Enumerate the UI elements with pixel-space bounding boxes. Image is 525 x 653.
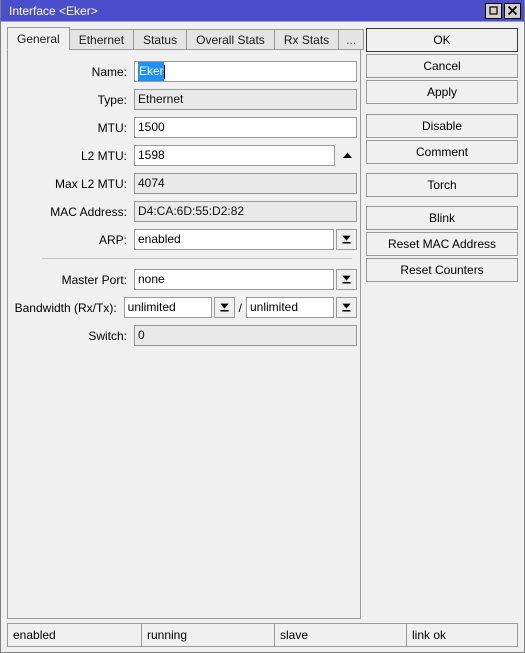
disable-button[interactable]: Disable [366,114,518,138]
tab-ethernet[interactable]: Ethernet [68,29,135,50]
l2mtu-row: L2 MTU: 1598 [8,143,360,168]
switch-label: Switch: [88,328,127,343]
master-port-row: Master Port: none [8,267,360,292]
type-value: Ethernet [134,89,357,110]
title-bar-buttons [485,2,521,19]
arp-label: ARP: [98,232,127,247]
apply-button[interactable]: Apply [366,80,518,104]
arp-input[interactable]: enabled [134,229,334,250]
arp-row: ARP: enabled [8,227,360,252]
bandwidth-tx-dropdown-button[interactable] [336,297,357,318]
l2mtu-label: L2 MTU: [80,148,127,163]
content-row: General Ethernet Status Overall Stats Rx… [1,22,524,619]
switch-row: Switch: 0 [8,323,360,348]
comment-button[interactable]: Comment [366,140,518,164]
cancel-button[interactable]: Cancel [366,54,518,78]
section-divider [42,258,352,259]
status-running: running [142,624,275,646]
status-slave: slave [275,624,407,646]
dialog-body: General Ethernet Status Overall Stats Rx… [1,22,524,652]
tab-status[interactable]: Status [133,29,188,50]
bandwidth-rx-input[interactable]: unlimited [123,297,212,318]
max-l2mtu-value: 4074 [134,173,357,194]
mac-address-value: D4:CA:6D:55:D2:82 [134,201,357,222]
tab-overall-stats[interactable]: Overall Stats [186,29,275,50]
master-port-label: Master Port: [61,272,127,287]
ok-button[interactable]: OK [366,28,518,52]
name-label: Name: [91,64,127,79]
name-value: Eker [138,62,164,81]
form-column: General Ethernet Status Overall Stats Rx… [7,27,365,619]
maximize-icon [489,6,498,15]
maximize-button[interactable] [485,2,502,19]
bandwidth-separator: / [238,300,242,315]
chevron-down-icon [342,303,351,312]
status-enabled: enabled [8,624,142,646]
mac-address-row: MAC Address: D4:CA:6D:55:D2:82 [8,199,360,224]
bandwidth-rx-dropdown-button[interactable] [213,297,235,318]
bandwidth-row: Bandwidth (Rx/Tx): unlimited / unlimited [8,295,360,320]
mtu-row: MTU: 1500 [8,115,360,140]
reset-counters-button[interactable]: Reset Counters [366,258,518,282]
window-title: Interface <Eker> [9,3,98,18]
name-input[interactable]: Eker [134,61,357,82]
tab-strip: General Ethernet Status Overall Stats Rx… [7,27,365,50]
type-label: Type: [97,92,127,107]
chevron-down-icon [342,235,351,244]
close-icon [508,6,517,15]
type-row: Type: Ethernet [8,87,360,112]
arp-dropdown-button[interactable] [336,229,357,250]
master-port-dropdown-button[interactable] [336,269,357,290]
max-l2mtu-row: Max L2 MTU: 4074 [8,171,360,196]
mtu-input[interactable]: 1500 [134,117,357,138]
mtu-label: MTU: [97,120,127,135]
l2mtu-expand-button[interactable] [337,145,357,166]
general-tab-panel: Name: Eker Type: Ethernet MTU: 1500 L2 M… [7,49,361,619]
blink-button[interactable]: Blink [366,206,518,230]
status-bar: enabled running slave link ok [7,623,518,647]
chevron-down-icon [220,303,229,312]
action-buttons-column: OK Cancel Apply Disable Comment Torch Bl… [366,27,518,619]
title-bar[interactable]: Interface <Eker> [1,0,524,22]
switch-value: 0 [134,325,357,346]
mac-address-label: MAC Address: [50,204,127,219]
chevron-down-icon [342,275,351,284]
bandwidth-label: Bandwidth (Rx/Tx): [14,300,117,315]
interface-dialog-window: Interface <Eker> General Ethernet Status… [0,0,525,653]
text-caret [163,64,165,79]
reset-mac-address-button[interactable]: Reset MAC Address [366,232,518,256]
name-row: Name: Eker [8,59,360,84]
tab-more[interactable]: ... [338,29,365,50]
max-l2mtu-label: Max L2 MTU: [54,176,127,191]
torch-button[interactable]: Torch [366,173,518,197]
master-port-input[interactable]: none [134,269,334,290]
l2mtu-input[interactable]: 1598 [134,145,335,166]
bandwidth-tx-input[interactable]: unlimited [246,297,334,318]
close-button[interactable] [504,2,521,19]
tab-rx-stats[interactable]: Rx Stats [273,29,340,50]
chevron-up-icon [342,152,352,158]
tab-general[interactable]: General [7,27,70,50]
status-link: link ok [412,628,447,642]
